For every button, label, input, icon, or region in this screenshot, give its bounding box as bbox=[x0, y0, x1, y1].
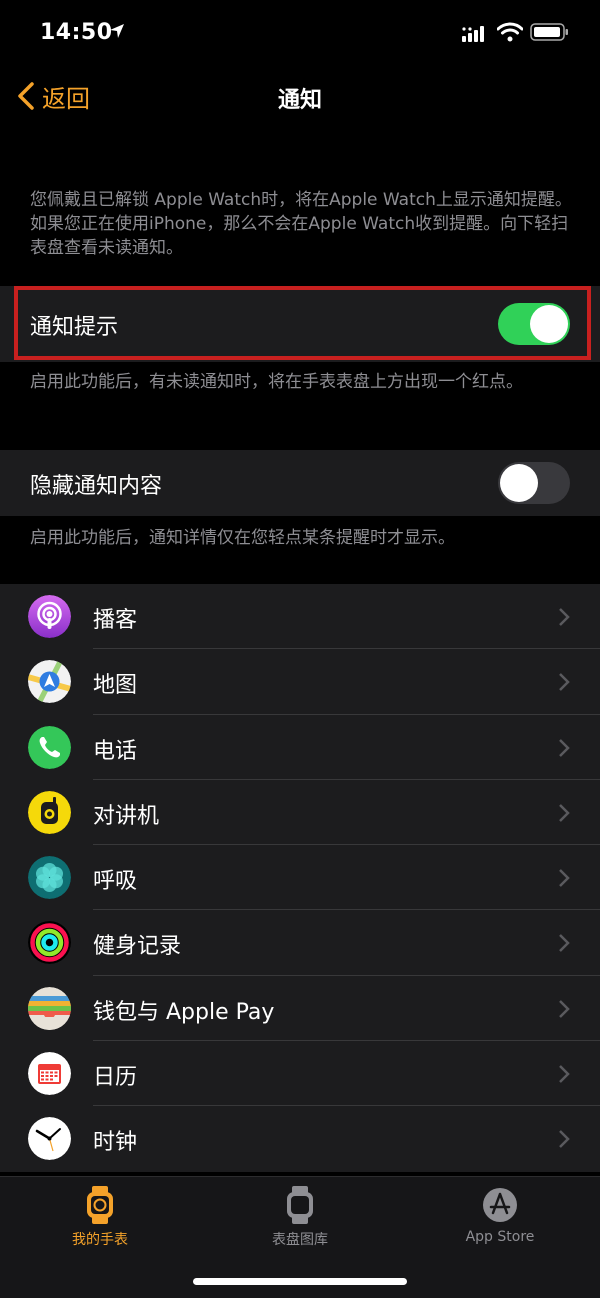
list-item[interactable]: 钱包与 Apple Pay bbox=[0, 976, 600, 1042]
navigation-bar: 返回 通知 bbox=[0, 64, 600, 128]
list-item[interactable]: 健身记录 bbox=[0, 910, 600, 976]
calendar-icon bbox=[28, 1052, 71, 1096]
status-bar: 14:50 bbox=[0, 0, 600, 64]
intro-description: 您佩戴且已解锁 Apple Watch时，将在Apple Watch上显示通知提… bbox=[30, 190, 572, 258]
highlight-annotation bbox=[14, 286, 591, 360]
breathe-icon bbox=[28, 856, 71, 900]
toggle-knob bbox=[500, 464, 538, 502]
battery-icon bbox=[530, 23, 568, 41]
podcasts-icon bbox=[28, 595, 71, 638]
tab-face-gallery[interactable]: 表盘图库 bbox=[200, 1185, 400, 1249]
list-item[interactable]: 呼吸 bbox=[0, 845, 600, 911]
hide-content-toggle[interactable] bbox=[498, 462, 570, 504]
tab-my-watch[interactable]: 我的手表 bbox=[0, 1185, 200, 1249]
chevron-right-icon bbox=[559, 804, 570, 822]
list-item[interactable]: 对讲机 bbox=[0, 780, 600, 846]
hide-content-footer: 启用此功能后，通知详情仅在您轻点某条提醒时才显示。 bbox=[30, 528, 455, 548]
tab-label: 我的手表 bbox=[72, 1232, 128, 1248]
watch-icon bbox=[87, 1186, 113, 1224]
chevron-right-icon bbox=[559, 869, 570, 888]
app-label: 钱包与 Apple Pay bbox=[93, 999, 275, 1025]
home-indicator[interactable] bbox=[193, 1278, 407, 1285]
phone-icon bbox=[28, 725, 71, 769]
tab-app-store[interactable]: App Store bbox=[400, 1185, 600, 1245]
walkie-talkie-icon bbox=[28, 790, 71, 834]
list-item[interactable]: 时钟 bbox=[0, 1106, 600, 1171]
settings-content[interactable]: 您佩戴且已解锁 Apple Watch时，将在Apple Watch上显示通知提… bbox=[0, 128, 600, 1176]
wallet-icon bbox=[28, 986, 71, 1030]
watch-face-icon bbox=[287, 1186, 313, 1224]
app-label: 健身记录 bbox=[93, 934, 182, 960]
page-title: 通知 bbox=[277, 88, 322, 113]
list-item[interactable]: 地图 bbox=[0, 649, 600, 715]
chevron-right-icon bbox=[559, 999, 570, 1018]
app-label: 日历 bbox=[93, 1065, 138, 1091]
maps-icon bbox=[28, 660, 71, 704]
chevron-right-icon bbox=[559, 738, 570, 757]
clock-icon bbox=[28, 1117, 71, 1161]
app-label: 对讲机 bbox=[93, 803, 160, 829]
hide-content-row: 隐藏通知内容 bbox=[0, 450, 600, 516]
app-label: 播客 bbox=[93, 608, 138, 633]
chevron-right-icon bbox=[559, 673, 570, 692]
location-arrow-icon bbox=[110, 24, 124, 38]
activity-icon bbox=[28, 921, 71, 965]
list-item[interactable]: 电话 bbox=[0, 715, 600, 780]
tab-label: 表盘图库 bbox=[272, 1232, 328, 1248]
wifi-icon bbox=[497, 22, 523, 42]
hide-content-label: 隐藏通知内容 bbox=[30, 474, 163, 499]
notification-indicator-footer: 启用此功能后，有未读通知时，将在手表表盘上方出现一个红点。 bbox=[30, 372, 523, 392]
chevron-right-icon bbox=[559, 608, 570, 626]
app-label: 地图 bbox=[93, 673, 138, 699]
tab-label: App Store bbox=[465, 1229, 535, 1245]
app-list: 播客 地图 电话 对讲机 呼吸 健身记录 钱包与 Apple Pay 日历 时钟 bbox=[0, 584, 600, 1172]
chevron-right-icon bbox=[559, 1065, 570, 1083]
chevron-right-icon bbox=[559, 934, 570, 953]
chevron-right-icon bbox=[559, 1130, 570, 1149]
app-label: 时钟 bbox=[93, 1130, 138, 1156]
list-item[interactable]: 播客 bbox=[0, 584, 600, 650]
cellular-signal-icon bbox=[462, 26, 484, 42]
list-item[interactable]: 日历 bbox=[0, 1041, 600, 1107]
status-time: 14:50 bbox=[40, 20, 113, 45]
app-label: 呼吸 bbox=[93, 869, 138, 895]
app-store-icon bbox=[483, 1188, 517, 1222]
app-label: 电话 bbox=[93, 738, 138, 764]
